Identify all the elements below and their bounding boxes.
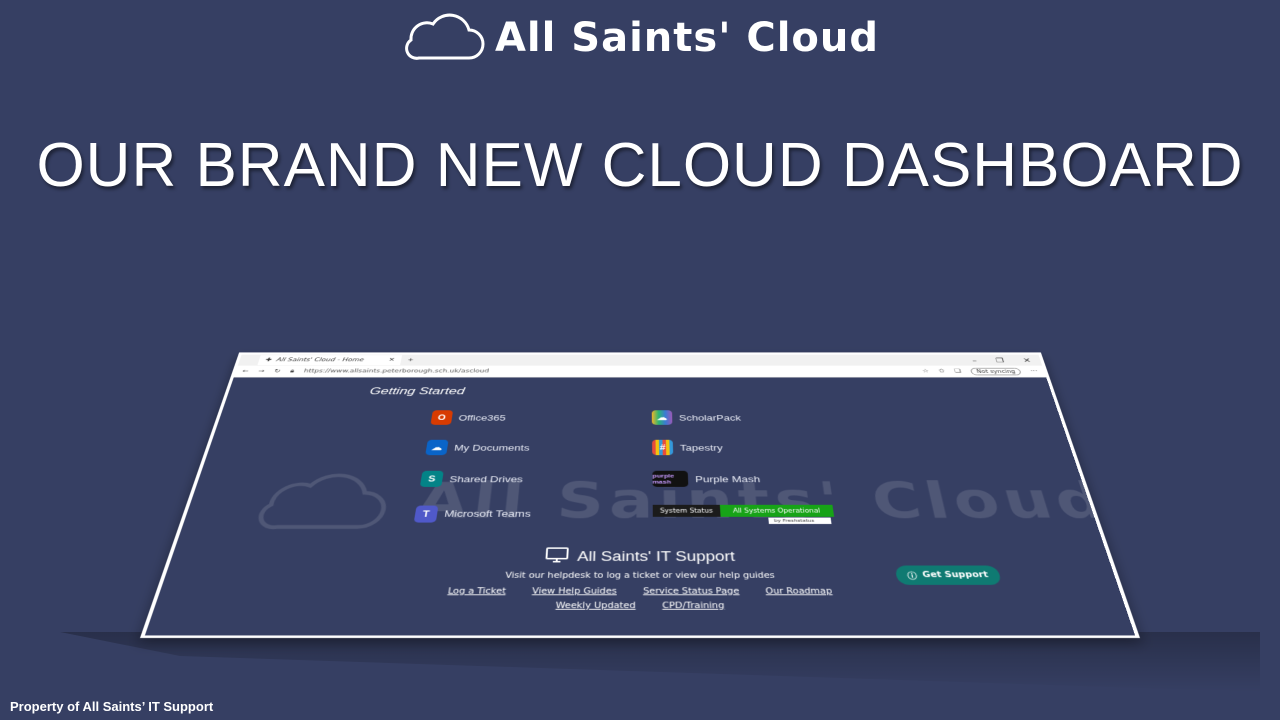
favorite-star-icon[interactable]: ☆: [922, 368, 930, 374]
back-icon[interactable]: ←: [241, 368, 249, 374]
purple-mash-link[interactable]: purple mash Purple Mash: [652, 470, 885, 487]
close-tab-icon[interactable]: ✕: [388, 357, 395, 363]
address-bar: ← → ↻ 🔒︎ https://www.allsaints.peterboro…: [233, 365, 1047, 378]
brand-name: All Saints' Cloud: [494, 15, 880, 61]
scholarpack-icon: ☁: [651, 410, 673, 425]
status-label: System Status: [652, 504, 721, 517]
url-field[interactable]: https://www.allsaints.peterborough.sch.u…: [303, 368, 913, 374]
link-label: Shared Drives: [448, 473, 524, 484]
browser-tab[interactable]: ✚ All Saints' Cloud - Home ✕: [257, 355, 403, 366]
support-links: Log a Ticket View Help Guides Service St…: [152, 585, 1127, 614]
office365-icon: O: [430, 410, 454, 425]
brand-header: All Saints' Cloud: [0, 10, 1280, 66]
weekly-updates-link[interactable]: Weekly Updated: [555, 602, 635, 611]
sync-button[interactable]: Not syncing: [969, 367, 1023, 375]
footer-note: Property of All Saints’ IT Support: [10, 699, 214, 714]
status-widget[interactable]: System Status All Systems Operational by…: [652, 503, 893, 524]
status-provider: by Freshstatus: [768, 517, 832, 524]
status-value: All Systems Operational: [719, 504, 835, 517]
purple-mash-icon: purple mash: [652, 470, 689, 487]
cloud-icon: [401, 10, 485, 66]
tapestry-icon: #: [652, 439, 674, 456]
lock-icon: 🔒︎: [289, 368, 295, 375]
teams-icon: T: [413, 505, 439, 523]
browser-window: ✚ All Saints' Cloud - Home ✕ + – ❐ ✕ ← →…: [140, 352, 1140, 638]
service-status-link[interactable]: Service Status Page: [643, 587, 740, 596]
microsoft-teams-link[interactable]: T Microsoft Teams: [413, 503, 652, 524]
monitor-icon: [544, 547, 570, 567]
support-title: All Saints' IT Support: [576, 548, 736, 564]
scholarpack-link[interactable]: ☁ ScholarPack: [651, 410, 874, 425]
more-menu-icon[interactable]: ···: [1030, 368, 1039, 374]
help-guides-link[interactable]: View Help Guides: [532, 587, 617, 596]
watermark-cloud-icon: [245, 470, 396, 532]
forward-icon[interactable]: →: [257, 368, 265, 374]
link-label: ScholarPack: [678, 412, 742, 423]
close-window-icon[interactable]: ✕: [1022, 357, 1032, 364]
tapestry-link[interactable]: # Tapestry: [652, 439, 879, 456]
cpd-training-link[interactable]: CPD/Training: [662, 602, 724, 611]
tab-bar: ✚ All Saints' Cloud - Home ✕ + – ❐ ✕: [237, 354, 1043, 366]
link-label: Purple Mash: [694, 473, 761, 484]
shared-drives-link[interactable]: S Shared Drives: [419, 470, 653, 487]
window-controls: – ❐ ✕: [971, 357, 1042, 364]
browser-shadow: [60, 632, 1260, 692]
maximize-icon[interactable]: ❐: [995, 357, 1005, 364]
office365-link[interactable]: O Office365: [430, 410, 652, 425]
new-tab-icon[interactable]: +: [407, 357, 414, 363]
link-label: Microsoft Teams: [443, 508, 532, 519]
onedrive-icon: ☁: [425, 439, 449, 456]
tab-favicon-icon: ✚: [264, 357, 273, 363]
dashboard-content: All Saints' Cloud Getting Started O Offi…: [144, 377, 1136, 636]
getting-started-title: Getting Started: [368, 385, 466, 397]
my-documents-link[interactable]: ☁ My Documents: [425, 439, 652, 456]
collections-icon[interactable]: ❏: [954, 368, 962, 374]
help-icon: ⓘ: [906, 572, 919, 581]
app-links: O Office365 ☁ ScholarPack ☁ My Documents…: [413, 410, 892, 524]
favorites-icon[interactable]: ✩: [938, 368, 946, 374]
log-ticket-link[interactable]: Log a Ticket: [447, 587, 506, 596]
get-support-button[interactable]: ⓘ Get Support: [894, 565, 1003, 585]
get-support-label: Get Support: [921, 570, 990, 580]
link-label: Tapestry: [679, 442, 723, 453]
roadmap-link[interactable]: Our Roadmap: [765, 587, 833, 596]
tab-title: All Saints' Cloud - Home: [275, 357, 365, 363]
link-label: My Documents: [453, 442, 530, 453]
headline: OUR BRAND NEW CLOUD DASHBOARD: [36, 131, 1244, 200]
minimize-icon[interactable]: –: [971, 357, 978, 364]
refresh-icon[interactable]: ↻: [273, 368, 281, 374]
sharepoint-icon: S: [419, 470, 444, 487]
link-label: Office365: [458, 412, 507, 423]
